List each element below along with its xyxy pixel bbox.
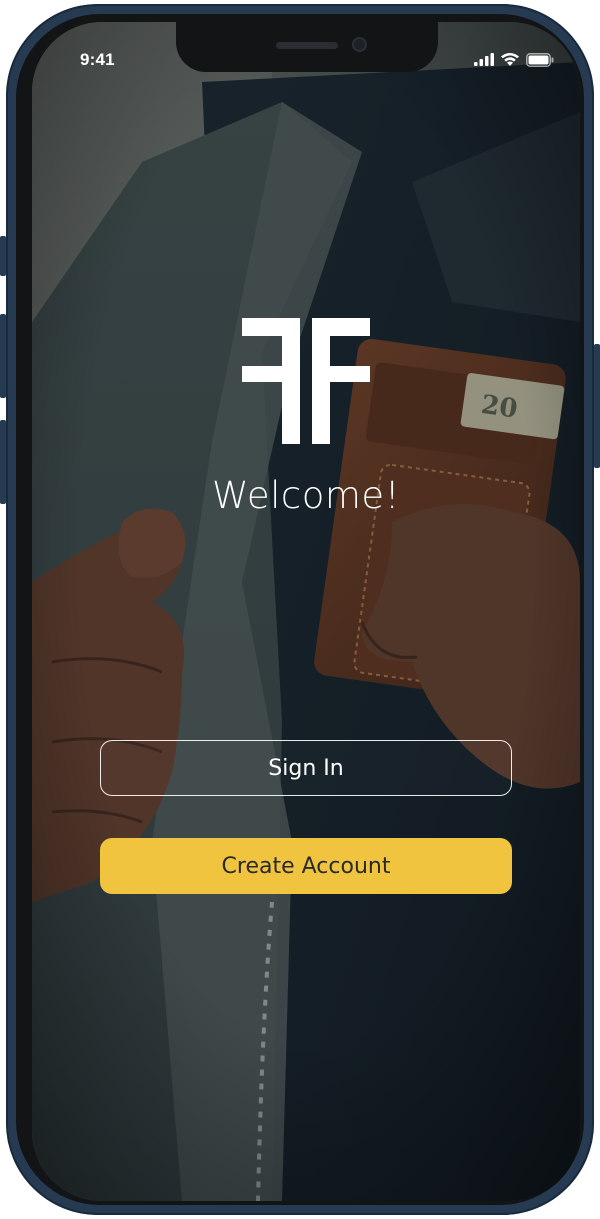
- app-screen: 20 9:41: [32, 22, 580, 1201]
- volume-up-button: [0, 314, 6, 398]
- sign-in-button[interactable]: Sign In: [100, 740, 512, 796]
- front-camera: [352, 37, 367, 52]
- speaker-grille: [276, 42, 338, 49]
- create-account-button[interactable]: Create Account: [100, 838, 512, 894]
- device-notch: [176, 22, 438, 72]
- sign-in-label: Sign In: [268, 755, 344, 781]
- volume-down-button: [0, 420, 6, 504]
- background-photo: 20: [32, 22, 580, 1201]
- battery-icon: [526, 52, 554, 67]
- status-icons: [474, 52, 554, 67]
- wifi-icon: [501, 53, 519, 66]
- phone-frame: 20 9:41: [0, 4, 600, 1215]
- welcome-title: Welcome!: [211, 474, 401, 517]
- double-f-logo-icon: [242, 318, 370, 444]
- mute-switch: [0, 236, 6, 276]
- create-account-label: Create Account: [221, 853, 391, 879]
- status-time: 9:41: [80, 50, 115, 69]
- power-button: [594, 344, 600, 468]
- signal-icon: [474, 53, 494, 66]
